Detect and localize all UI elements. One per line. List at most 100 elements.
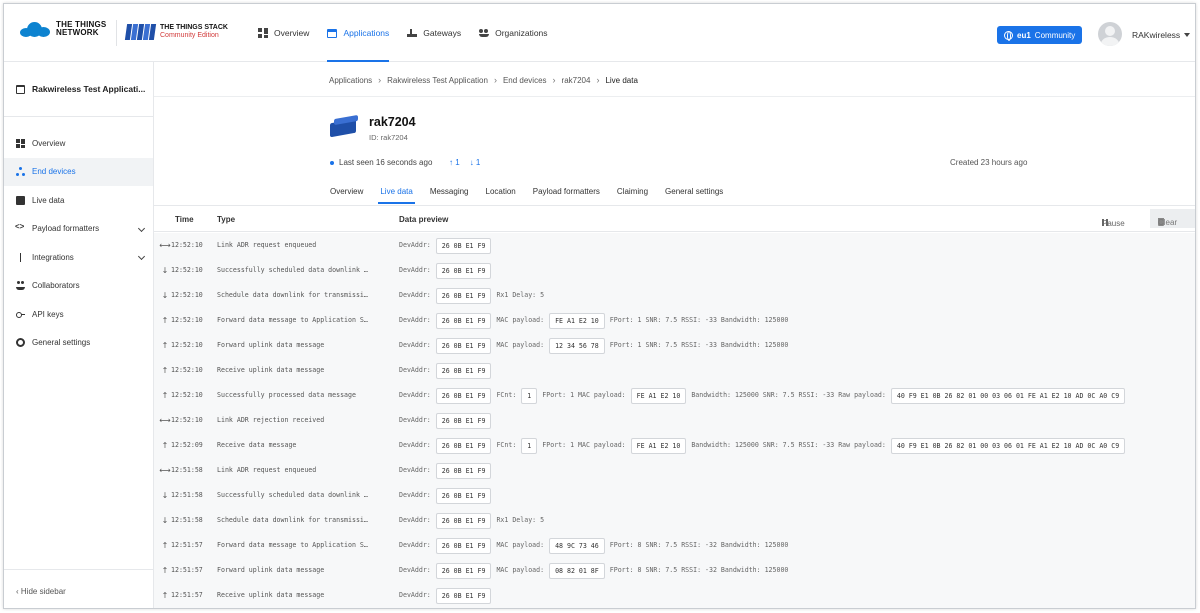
nav-gateways[interactable]: Gateways (407, 4, 461, 62)
sidebar-app-title[interactable]: Rakwireless Test Applicati... (4, 62, 153, 117)
last-seen-status: Last seen 16 seconds ago (330, 158, 432, 167)
status-dot-icon (330, 160, 334, 165)
nav-applications[interactable]: Applications (327, 4, 389, 62)
arrow-up-icon: ↑ (161, 341, 169, 350)
username[interactable]: RAKwireless (1132, 30, 1180, 40)
clear-button[interactable]: Clear (1150, 209, 1195, 228)
table-row[interactable]: ↑ 12:51:57 Forward data message to Applica… (154, 533, 1195, 558)
preview-key: DevAddr: (399, 316, 431, 324)
arrow-up-icon: ↑ (161, 541, 169, 550)
row-data-preview: DevAddr: 26 0B E1 F9 (399, 408, 492, 433)
row-time: 12:52:10 (171, 266, 203, 274)
table-row[interactable]: ↑ 12:52:10 Receive uplink data message DevA… (154, 358, 1195, 383)
nav-organizations[interactable]: Organizations (479, 4, 548, 62)
table-row[interactable]: ↓ 12:51:58 Successfully scheduled data dow… (154, 483, 1195, 508)
tab-location[interactable]: Location (486, 180, 516, 204)
nav-overview[interactable]: Overview (258, 4, 309, 62)
nav-overview-label: Overview (274, 28, 310, 38)
row-type: Receive uplink data message (217, 591, 325, 599)
sidebar-item-general-settings[interactable]: General settings (4, 329, 153, 358)
sidebar-item-overview[interactable]: Overview (4, 129, 153, 158)
tab-live-data[interactable]: Live data (378, 180, 416, 204)
stack-logo[interactable]: THE THINGS STACK Community Edition (124, 24, 228, 40)
row-type: Receive uplink data message (217, 366, 325, 374)
main-nav: Overview Applications Gateways Organizat… (258, 4, 548, 62)
preview-value: 26 0B E1 F9 (435, 587, 492, 604)
table-row[interactable]: ↑ 12:52:09 Receive data message DevAddr: 26 … (154, 433, 1195, 458)
tab-claiming[interactable]: Claiming (617, 180, 648, 204)
row-time: 12:52:10 (171, 291, 203, 299)
dashboard-icon (16, 138, 25, 148)
row-time: 12:52:10 (171, 241, 203, 249)
tab-messaging[interactable]: Messaging (430, 180, 469, 204)
arrow-up-icon: ↑ (161, 566, 169, 575)
preview-key: FPort: 1 SNR: 7.5 RSSI: -33 Bandwidth: 1… (609, 341, 789, 349)
sidebar-item-collaborators[interactable]: Collaborators (4, 272, 153, 301)
breadcrumb-current: Live data (605, 75, 638, 85)
breadcrumb-divider (154, 96, 1195, 97)
breadcrumb-end-devices[interactable]: End devices (503, 76, 547, 85)
table-row[interactable]: ↓ 12:52:10 Schedule data downlink for tran… (154, 283, 1195, 308)
preview-key: MAC payload: (496, 316, 545, 324)
pause-button[interactable]: Pause (1094, 210, 1125, 228)
table-row[interactable]: ↑ 12:52:10 Forward data message to Applica… (154, 308, 1195, 333)
breadcrumb-application[interactable]: Rakwireless Test Application (387, 76, 488, 85)
table-row[interactable]: ↑ 12:52:10 Forward uplink data message DevA… (154, 333, 1195, 358)
device-tabs: Overview Live data Messaging Location Pa… (330, 180, 723, 204)
arrow-both-icon: ⟷ (159, 416, 171, 425)
breadcrumb: Applications › Rakwireless Test Applicat… (329, 75, 638, 85)
chevron-down-icon[interactable] (137, 252, 146, 261)
tab-payload-formatters[interactable]: Payload formatters (533, 180, 600, 204)
preview-value: 26 0B E1 F9 (435, 437, 492, 454)
preview-key: FCnt: (496, 391, 517, 399)
preview-value: 26 0B E1 F9 (435, 237, 492, 254)
table-row[interactable]: ⟷ 12:52:10 Link ADR request enqueued DevAdd… (154, 233, 1195, 258)
preview-key: FPort: 1 MAC payload: (542, 391, 626, 399)
top-bar: THE THINGS NETWORK THE THINGS STACK Comm… (4, 4, 1195, 62)
sidebar-item-api-keys[interactable]: API keys (4, 300, 153, 329)
row-type: Successfully scheduled data downlink … (217, 491, 368, 499)
preview-value: 1 (521, 387, 538, 404)
sidebar-item-end-devices[interactable]: End devices (4, 157, 153, 186)
table-row[interactable]: ↓ 12:52:10 Successfully scheduled data dow… (154, 258, 1195, 283)
breadcrumb-applications[interactable]: Applications (329, 76, 372, 85)
sidebar: Rakwireless Test Applicati... Overview E… (4, 62, 154, 608)
user-menu-caret-icon[interactable] (1184, 33, 1190, 37)
breadcrumb-device[interactable]: rak7204 (562, 76, 591, 85)
sidebar-item-live-data[interactable]: Live data (4, 186, 153, 215)
sidebar-item-payload-formatters[interactable]: Payload formatters (4, 215, 153, 244)
preview-value: 26 0B E1 F9 (435, 312, 492, 329)
row-type: Link ADR rejection received (217, 416, 325, 424)
ttn-logo[interactable]: THE THINGS NETWORK (20, 21, 106, 37)
row-data-preview: DevAddr: 26 0B E1 F9 FCnt: 1 FPort: 1 MAC pa… (399, 383, 1126, 408)
cluster-button[interactable]: eu1 Community (997, 26, 1083, 44)
row-data-preview: DevAddr: 26 0B E1 F9 (399, 258, 492, 283)
tab-general-settings[interactable]: General settings (665, 180, 723, 204)
sidebar-item-integrations[interactable]: Integrations (4, 243, 153, 272)
preview-value: 26 0B E1 F9 (435, 537, 492, 554)
downlink-count: 1 (475, 158, 481, 167)
arrow-up-icon: ↑ (161, 441, 169, 450)
arrow-down-icon: ↓ (161, 291, 169, 300)
preview-value: 26 0B E1 F9 (435, 262, 492, 279)
sidebar-item-label: End devices (32, 167, 76, 177)
chevron-down-icon[interactable] (137, 224, 146, 232)
preview-key: Bandwidth: 125000 SNR: 7.5 RSSI: -33 Raw… (691, 391, 886, 399)
logo-divider (116, 20, 117, 46)
tab-overview[interactable]: Overview (330, 180, 363, 204)
table-row[interactable]: ↑ 12:51:57 Forward uplink data message DevA… (154, 558, 1195, 583)
avatar[interactable] (1098, 22, 1122, 46)
uplink-count: 1 (455, 158, 460, 167)
table-row[interactable]: ⟷ 12:51:58 Link ADR request enqueued DevAdd… (154, 458, 1195, 483)
table-row[interactable]: ↓ 12:51:58 Schedule data downlink for tran… (154, 508, 1195, 533)
arrow-down-icon: ↓ (161, 491, 169, 500)
preview-key: FPort: 1 SNR: 7.5 RSSI: -33 Bandwidth: 1… (609, 316, 789, 324)
table-row[interactable]: ↑ 12:52:10 Successfully processed data mes… (154, 383, 1195, 408)
arrow-down-icon: ↓ (469, 158, 474, 167)
row-type: Forward uplink data message (217, 566, 325, 574)
preview-value: 26 0B E1 F9 (435, 412, 492, 429)
table-row[interactable]: ⟷ 12:52:10 Link ADR rejection received DevA… (154, 408, 1195, 433)
preview-value: 12 34 56 78 (549, 337, 605, 354)
hide-sidebar-button[interactable]: ‹ Hide sidebar (16, 587, 66, 596)
table-row[interactable]: ↑ 12:51:57 Receive uplink data message DevA… (154, 583, 1195, 608)
